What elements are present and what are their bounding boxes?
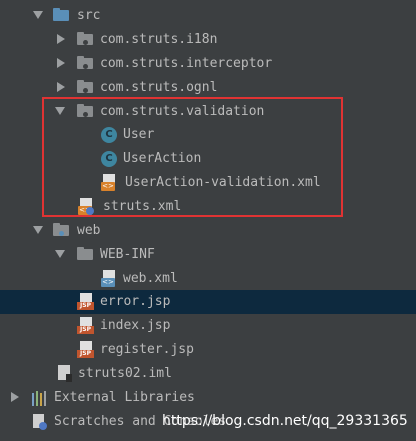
watermark-text: https://blog.csdn.net/qq_29331365 bbox=[162, 413, 408, 429]
chevron-right-icon[interactable] bbox=[11, 392, 19, 402]
tree-row-package[interactable]: com.struts.i18n bbox=[0, 28, 416, 52]
chevron-right-icon[interactable] bbox=[57, 34, 65, 44]
tree-label: struts.xml bbox=[103, 199, 182, 214]
tree-label: UserAction-validation.xml bbox=[125, 175, 321, 190]
jsp-file-icon: JSP bbox=[77, 341, 95, 359]
class-icon: C bbox=[100, 126, 118, 144]
tree-row-folder[interactable]: WEB-INF bbox=[0, 243, 416, 267]
chevron-right-icon[interactable] bbox=[57, 58, 65, 68]
jsp-file-icon: JSP bbox=[77, 317, 95, 335]
source-folder-icon bbox=[53, 7, 71, 25]
module-file-icon bbox=[55, 365, 73, 383]
tree-row-file[interactable]: <> UserAction-validation.xml bbox=[0, 171, 416, 195]
tree-row-file[interactable]: <> web.xml bbox=[0, 267, 416, 291]
package-icon bbox=[77, 79, 95, 97]
struts-config-icon: <> bbox=[77, 198, 95, 216]
tree-label: WEB-INF bbox=[100, 247, 155, 262]
tree-row-file[interactable]: JSP register.jsp bbox=[0, 338, 416, 362]
tree-label: src bbox=[77, 8, 101, 23]
web-xml-icon: <> bbox=[100, 270, 118, 288]
tree-row-file[interactable]: JSP index.jsp bbox=[0, 314, 416, 338]
tree-row-external-libraries[interactable]: External Libraries bbox=[0, 386, 416, 410]
tree-row-web[interactable]: web bbox=[0, 219, 416, 243]
tree-row-file[interactable]: struts02.iml bbox=[0, 362, 416, 386]
package-icon bbox=[77, 103, 95, 121]
tree-row-package[interactable]: com.struts.validation bbox=[0, 100, 416, 124]
tree-label: error.jsp bbox=[100, 294, 171, 309]
xml-file-icon: <> bbox=[100, 174, 118, 192]
chevron-down-icon[interactable] bbox=[55, 107, 65, 115]
tree-label: struts02.iml bbox=[78, 366, 172, 381]
tree-label: com.struts.validation bbox=[100, 104, 265, 119]
tree-label: web.xml bbox=[123, 271, 178, 286]
web-folder-icon bbox=[53, 222, 71, 240]
tree-row-package[interactable]: com.struts.interceptor bbox=[0, 52, 416, 76]
library-icon bbox=[31, 389, 49, 407]
tree-label: index.jsp bbox=[100, 318, 171, 333]
class-icon: C bbox=[100, 150, 118, 168]
tree-row-src[interactable]: src bbox=[0, 4, 416, 28]
tree-row-file[interactable]: <> struts.xml bbox=[0, 195, 416, 219]
tree-row-class[interactable]: C User bbox=[0, 123, 416, 147]
chevron-right-icon[interactable] bbox=[57, 82, 65, 92]
tree-label: com.struts.i18n bbox=[100, 32, 218, 47]
chevron-down-icon[interactable] bbox=[33, 11, 43, 19]
folder-icon bbox=[77, 246, 95, 264]
chevron-down-icon[interactable] bbox=[33, 226, 43, 234]
tree-label: User bbox=[123, 127, 155, 142]
tree-label: register.jsp bbox=[100, 342, 194, 357]
tree-label: com.struts.ognl bbox=[100, 80, 218, 95]
tree-row-class[interactable]: C UserAction bbox=[0, 147, 416, 171]
tree-row-package[interactable]: com.struts.ognl bbox=[0, 76, 416, 100]
package-icon bbox=[77, 31, 95, 49]
jsp-file-icon: JSP bbox=[77, 293, 95, 311]
tree-label: com.struts.interceptor bbox=[100, 56, 273, 71]
tree-label: UserAction bbox=[123, 151, 202, 166]
project-tree: src com.struts.i18n com.struts.intercept… bbox=[0, 0, 416, 441]
scratches-icon bbox=[31, 413, 49, 431]
tree-label: web bbox=[77, 223, 101, 238]
tree-row-file-selected[interactable]: JSP error.jsp bbox=[0, 290, 416, 314]
chevron-down-icon[interactable] bbox=[55, 250, 65, 258]
tree-label: External Libraries bbox=[54, 390, 195, 405]
package-icon bbox=[77, 55, 95, 73]
